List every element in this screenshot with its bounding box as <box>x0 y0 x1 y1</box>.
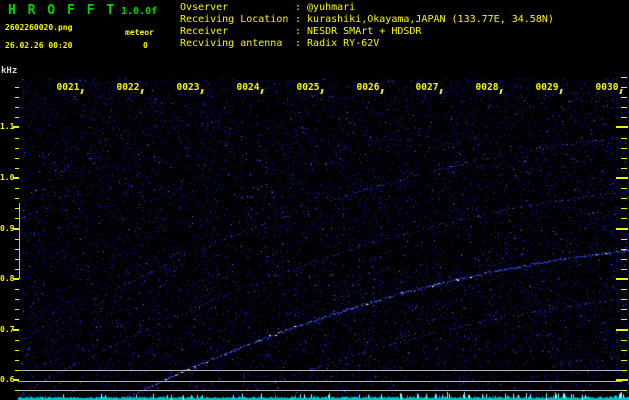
freq-minor-tick-right <box>621 299 627 300</box>
freq-minor-tick-left <box>15 299 19 300</box>
time-axis-label: 0026 <box>356 82 380 93</box>
freq-minor-tick-right <box>621 350 627 351</box>
freq-minor-tick-right <box>621 158 627 159</box>
freq-minor-tick-left <box>15 269 19 270</box>
freq-major-tick-right <box>616 126 628 128</box>
freq-minor-tick-left <box>15 148 19 149</box>
hrofft-output-image: H R O F F T 1.0.0f 2602260020.png meteor… <box>0 0 629 400</box>
freq-minor-tick-right <box>621 107 627 108</box>
freq-major-tick-right <box>616 177 628 179</box>
freq-minor-tick-right <box>621 259 627 260</box>
freq-minor-tick-right <box>621 77 627 78</box>
freq-minor-tick-right <box>621 168 627 169</box>
freq-major-tick-right <box>616 379 628 381</box>
freq-minor-tick-left <box>15 370 19 371</box>
freq-minor-tick-left <box>15 198 19 199</box>
freq-minor-tick-left <box>15 87 19 88</box>
freq-axis-label: 1.0 <box>0 173 15 182</box>
time-axis-tick <box>140 89 144 94</box>
freq-minor-tick-left <box>15 218 19 219</box>
freq-minor-tick-left <box>15 390 19 391</box>
freq-axis-label: 0.7 <box>0 325 15 334</box>
time-axis-label: 0029 <box>535 82 559 93</box>
freq-minor-tick-left <box>15 168 19 169</box>
freq-major-tick-left <box>13 329 19 331</box>
time-axis-tick <box>320 89 324 94</box>
freq-major-tick-right <box>616 278 628 280</box>
time-axis-tick <box>260 89 264 94</box>
freq-minor-tick-left <box>15 309 19 310</box>
freq-minor-tick-left <box>15 208 19 209</box>
freq-minor-tick-right <box>621 239 627 240</box>
freq-minor-tick-right <box>621 138 627 139</box>
time-axis-label: 0021 <box>56 82 80 93</box>
freq-major-tick-right <box>616 228 628 230</box>
freq-minor-tick-right <box>621 340 627 341</box>
freq-minor-tick-left <box>15 340 19 341</box>
time-axis-label: 0030 <box>595 82 619 93</box>
freq-minor-tick-right <box>621 117 627 118</box>
freq-minor-tick-left <box>15 239 19 240</box>
freq-minor-tick-left <box>15 289 19 290</box>
freq-axis-label: 0.6 <box>0 375 15 384</box>
freq-axis-label: 1.1 <box>0 122 15 131</box>
freq-minor-tick-left <box>15 138 19 139</box>
freq-minor-tick-left <box>15 259 19 260</box>
freq-axis-label: 0.8 <box>0 274 15 283</box>
freq-minor-tick-left <box>15 249 19 250</box>
time-axis-tick <box>380 89 384 94</box>
freq-minor-tick-right <box>621 208 627 209</box>
freq-minor-tick-left <box>15 117 19 118</box>
time-axis-label: 0027 <box>415 82 439 93</box>
freq-minor-tick-left <box>15 97 19 98</box>
freq-minor-tick-right <box>621 198 627 199</box>
freq-minor-tick-right <box>621 249 627 250</box>
freq-minor-tick-left <box>15 107 19 108</box>
freq-minor-tick-left <box>15 188 19 189</box>
time-axis-tick <box>499 89 503 94</box>
time-axis-label: 0025 <box>296 82 320 93</box>
time-axis-label: 0023 <box>176 82 200 93</box>
freq-major-tick-right <box>616 329 628 331</box>
axes-layer: 1.1 1.0 0.9 0.8 0.7 0.6 0021 0022 0023 0024 0025 00… <box>0 0 629 400</box>
freq-major-tick-left <box>13 177 19 179</box>
time-axis-label: 0022 <box>116 82 140 93</box>
time-axis-tick <box>200 89 204 94</box>
freq-minor-tick-left <box>15 360 19 361</box>
freq-major-tick-left <box>13 278 19 280</box>
freq-minor-tick-right <box>621 360 627 361</box>
time-axis-tick <box>439 89 443 94</box>
time-axis-tick <box>80 89 84 94</box>
freq-minor-tick-left <box>15 319 19 320</box>
freq-minor-tick-right <box>621 289 627 290</box>
freq-minor-tick-left <box>15 350 19 351</box>
freq-major-tick-left <box>13 379 19 381</box>
freq-minor-tick-right <box>621 97 627 98</box>
time-axis-tick <box>559 89 563 94</box>
freq-major-tick-left <box>13 228 19 230</box>
time-axis-label: 0028 <box>475 82 499 93</box>
freq-minor-tick-right <box>621 188 627 189</box>
freq-axis-label: 0.9 <box>0 224 15 233</box>
freq-minor-tick-right <box>621 370 627 371</box>
freq-minor-tick-right <box>621 319 627 320</box>
time-axis-tick <box>619 89 623 94</box>
freq-minor-tick-right <box>621 390 627 391</box>
freq-minor-tick-right <box>621 148 627 149</box>
time-axis-label: 0024 <box>236 82 260 93</box>
freq-minor-tick-right <box>621 309 627 310</box>
freq-minor-tick-right <box>621 269 627 270</box>
freq-minor-tick-left <box>15 158 19 159</box>
freq-major-tick-left <box>13 126 19 128</box>
freq-minor-tick-right <box>621 218 627 219</box>
